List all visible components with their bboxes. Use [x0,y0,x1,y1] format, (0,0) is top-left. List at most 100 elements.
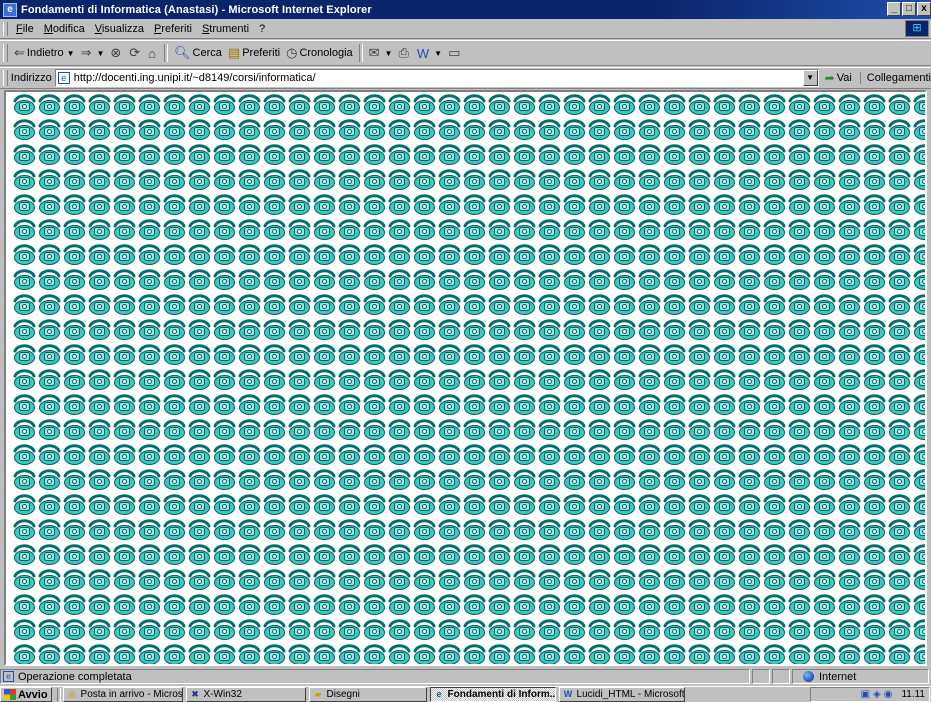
zone-label: Internet [819,670,857,683]
maximize-button[interactable]: □ [902,2,916,16]
menu-grip[interactable] [3,21,8,36]
toolbar-divider [164,44,169,62]
page-content[interactable] [4,90,927,666]
windows-flag-icon [4,689,16,700]
discuss-icon: ▭ [448,45,461,60]
volume-icon[interactable]: ◈ [873,689,881,700]
stop-icon: ⊗ [110,45,122,60]
search-label: Cerca [192,47,222,59]
toolbar-grip[interactable] [3,44,8,62]
menu-help[interactable]: ? [255,23,271,35]
back-label: Indietro [26,47,64,59]
discuss-button[interactable]: ▭ [445,43,465,63]
chevron-down-icon: ▼ [96,48,105,58]
status-progress-panel [752,669,770,684]
address-grip[interactable] [3,70,8,86]
status-text: Operazione completata [18,670,132,683]
folder-icon: ▰ [314,689,322,699]
history-button[interactable]: ◷ Cronologia [283,43,356,63]
forward-arrow-icon: ⇒ [80,45,92,60]
task-label: Fondamenti di Inform... [447,689,556,700]
menu-visualizza[interactable]: Visualizza [91,23,150,35]
taskbar-item-lucidi[interactable]: W Lucidi_HTML - Microsoft ... [558,687,685,702]
go-label: Vai [836,72,852,84]
close-button[interactable]: x [917,2,931,16]
chevron-down-icon: ▼ [434,48,443,58]
mail-button[interactable]: ✉ ▼ [366,43,396,63]
task-label: Posta in arrivo - Microsoft ... [80,689,183,700]
toolbar-divider [358,44,363,62]
printer-icon: ⎙ [398,45,409,60]
menu-bar: File Modifica Visualizza Preferiti Strum… [0,19,931,39]
globe-icon [803,671,814,682]
status-main-panel: e Operazione completata [0,669,750,684]
history-icon: ◷ [286,45,298,60]
forward-button[interactable]: ⇒ ▼ [78,43,108,63]
standard-toolbar: ⇐ Indietro ▼ ⇒ ▼ ⊗ ⟳ ⌂ 🔍︎ Cerca ▤ Prefer… [0,40,931,66]
status-zone-panel: Internet [792,669,929,684]
taskbar: Avvio ◎ Posta in arrivo - Microsoft ... … [0,686,931,702]
favorites-label: Preferiti [242,47,281,59]
task-label: X-Win32 [203,689,242,700]
go-arrow-icon: ➦ [824,71,835,85]
refresh-icon: ⟳ [129,45,141,60]
status-security-panel [772,669,790,684]
taskbar-item-disegni[interactable]: ▰ Disegni [308,687,427,702]
back-button[interactable]: ⇐ Indietro ▼ [11,43,78,63]
taskbar-divider [56,687,61,702]
links-button[interactable]: Collegamenti [859,72,931,84]
links-label: Collegamenti [866,72,931,84]
task-label: Lucidi_HTML - Microsoft ... [576,689,685,700]
ie-icon: e [3,2,17,17]
word-icon: W [416,45,430,61]
menu-preferiti[interactable]: Preferiti [150,23,198,35]
home-icon: ⌂ [148,45,157,61]
telephone-icon [12,92,925,664]
minimize-button[interactable]: _ [887,2,901,16]
start-button[interactable]: Avvio [0,687,52,702]
address-bar: Indirizzo e http://docenti.ing.unipi.it/… [0,67,931,89]
word-icon: W [563,689,573,699]
address-dropdown-button[interactable]: ▼ [802,70,818,86]
back-arrow-icon: ⇐ [14,45,25,60]
chevron-down-icon: ▼ [66,48,75,58]
start-label: Avvio [18,688,48,701]
tray-app-icon[interactable]: ◉ [884,689,893,700]
page-icon: e [3,671,14,682]
windows-logo-icon: ⊞ [905,20,929,37]
clock[interactable]: 11.11 [901,689,925,700]
history-label: Cronologia [299,47,353,59]
task-label: Disegni [326,689,360,700]
taskbar-item-xwin32[interactable]: ✖ X-Win32 [185,687,306,702]
favorites-button[interactable]: ▤ Preferiti [225,43,283,63]
address-label: Indirizzo [10,72,52,84]
taskbar-item-posta[interactable]: ◎ Posta in arrivo - Microsoft ... [62,687,183,702]
edit-button[interactable]: W ▼ [414,43,445,63]
browser-window: e Fondamenti di Informatica (Anastasi) -… [0,0,931,702]
chevron-down-icon: ▼ [384,48,393,58]
menu-file[interactable]: File [12,23,40,35]
stop-button[interactable]: ⊗ [107,43,126,63]
system-tray: ▣ ◈ ◉ 11.11 [810,687,930,702]
taskbar-item-fondamenti[interactable]: e Fondamenti di Inform... [429,687,556,702]
ie-icon: e [436,689,442,699]
menu-modifica[interactable]: Modifica [40,23,91,35]
status-bar: e Operazione completata Internet [0,668,931,685]
favorites-icon: ▤ [227,45,241,60]
xwin-icon: ✖ [191,689,199,699]
window-title: Fondamenti di Informatica (Anastasi) - M… [21,3,372,16]
page-icon: e [57,72,70,84]
address-url[interactable]: http://docenti.ing.unipi.it/~d8149/corsi… [74,72,316,84]
go-button[interactable]: ➦ Vai [825,71,852,85]
refresh-button[interactable]: ⟳ [126,43,145,63]
title-bar[interactable]: e Fondamenti di Informatica (Anastasi) -… [0,0,931,19]
mail-icon: ✉ [368,45,380,60]
search-icon: 🔍︎ [174,45,191,60]
outlook-icon: ◎ [68,689,76,699]
address-input[interactable]: e http://docenti.ing.unipi.it/~d8149/cor… [54,69,819,87]
print-button[interactable]: ⎙ [395,43,413,63]
search-button[interactable]: 🔍︎ Cerca [171,43,225,63]
menu-strumenti[interactable]: Strumenti [198,23,255,35]
home-button[interactable]: ⌂ [145,43,161,63]
network-icon[interactable]: ▣ [861,689,870,700]
